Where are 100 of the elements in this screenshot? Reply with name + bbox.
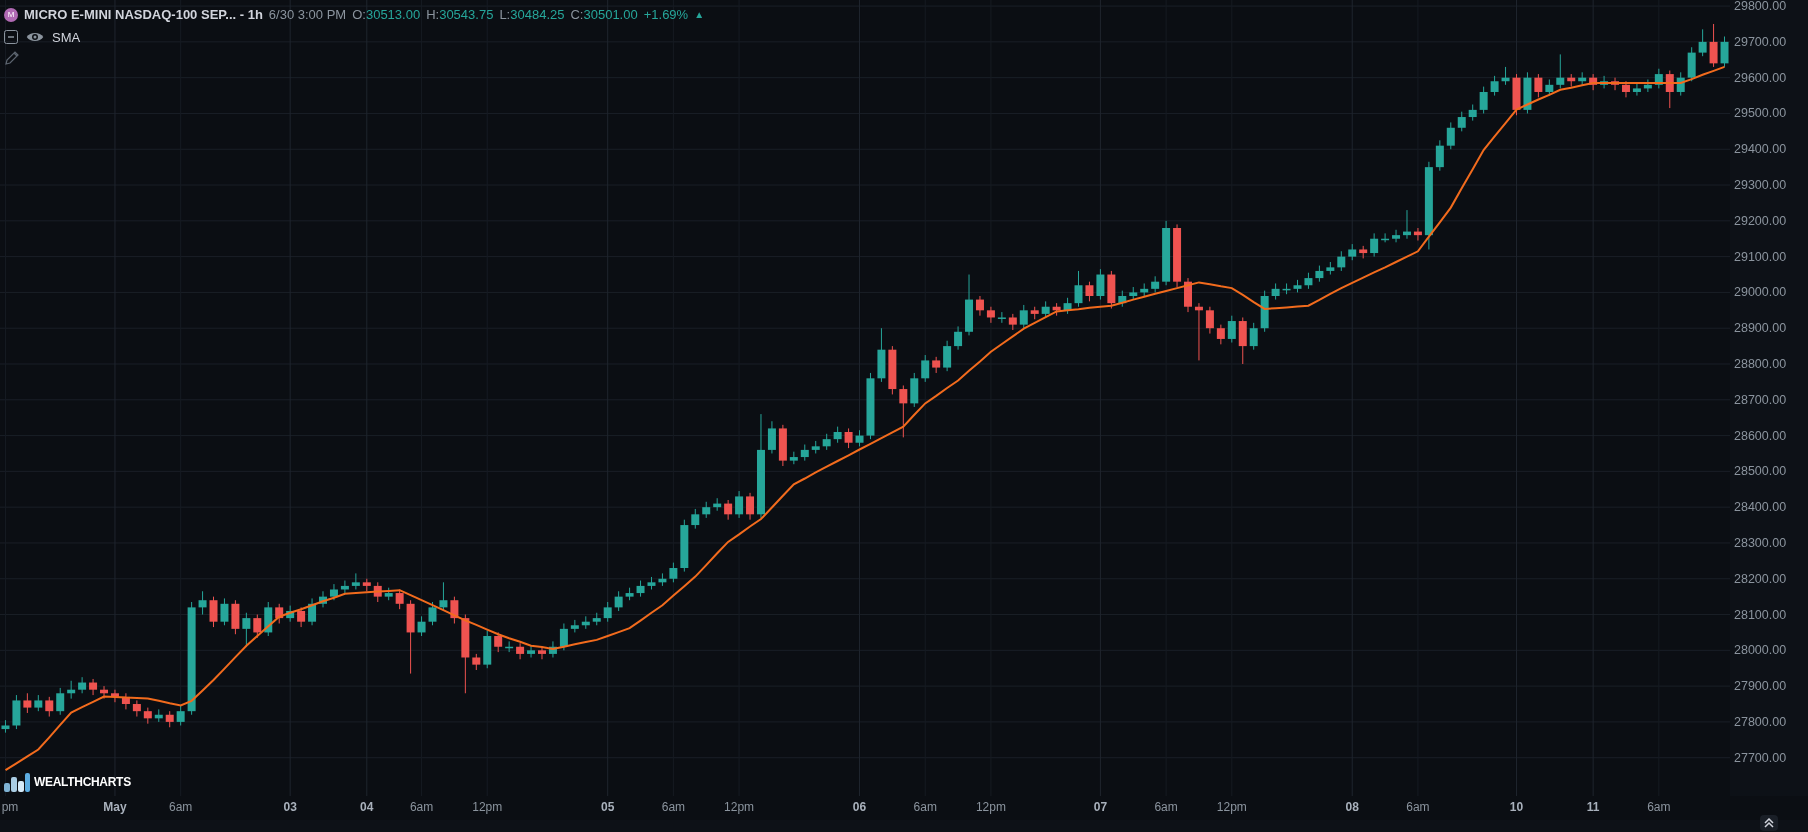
time-label: 06 xyxy=(852,801,867,813)
ohlc-label: O: xyxy=(352,6,366,24)
candle xyxy=(625,587,634,601)
candle xyxy=(1249,322,1258,351)
indicator-label[interactable]: SMA xyxy=(52,27,81,47)
scroll-up-button[interactable] xyxy=(1760,815,1778,831)
candle xyxy=(877,327,886,383)
candle xyxy=(713,497,722,512)
candle xyxy=(340,580,349,594)
candle xyxy=(176,705,185,726)
candle xyxy=(1413,227,1422,241)
candle xyxy=(1096,268,1105,301)
time-label: 6am xyxy=(661,801,686,813)
candle xyxy=(888,345,897,395)
candle xyxy=(439,581,448,612)
time-label: May xyxy=(103,801,127,813)
pencil-icon[interactable] xyxy=(4,50,20,66)
candle xyxy=(1654,68,1663,89)
candle xyxy=(1129,286,1138,301)
candle xyxy=(866,372,875,440)
candle xyxy=(78,676,87,694)
ohlc-value: 30484.25 xyxy=(510,6,565,24)
time-label: 12pm xyxy=(472,801,503,813)
time-label: 6am xyxy=(1154,801,1178,813)
candle xyxy=(154,708,163,723)
price-label: 29300.00 xyxy=(1734,179,1787,192)
candle xyxy=(789,451,798,465)
time-label: 05 xyxy=(601,801,615,813)
candle xyxy=(23,692,32,714)
candle xyxy=(1523,71,1532,114)
candle xyxy=(581,615,590,630)
time-label: 6am xyxy=(1647,801,1671,813)
candle xyxy=(647,576,656,590)
candle xyxy=(351,572,360,590)
candle xyxy=(1720,36,1729,68)
candle xyxy=(417,615,426,637)
time-label: 04 xyxy=(360,801,374,813)
candle xyxy=(428,601,437,626)
candle xyxy=(34,694,43,712)
candle xyxy=(1052,302,1061,317)
price-label: 29000.00 xyxy=(1734,286,1787,299)
candle xyxy=(209,596,218,628)
candle xyxy=(450,596,459,624)
candle xyxy=(275,603,284,624)
candle xyxy=(1643,78,1652,93)
candle xyxy=(778,424,787,467)
ohlc-label: H: xyxy=(426,6,440,24)
candle xyxy=(1512,73,1521,116)
candle xyxy=(1665,70,1674,109)
candle xyxy=(220,597,229,626)
ohlc-value: 30543.75 xyxy=(439,6,494,24)
candle xyxy=(669,562,678,583)
candle xyxy=(811,440,820,454)
candle xyxy=(1260,290,1269,333)
candle xyxy=(121,692,130,710)
ohlc-label: C: xyxy=(570,6,584,24)
price-label: 28700.00 xyxy=(1734,393,1787,407)
candle xyxy=(319,590,327,608)
candle xyxy=(110,689,119,703)
candle xyxy=(833,426,842,444)
candle xyxy=(329,583,338,601)
price-label: 28400.00 xyxy=(1734,501,1787,514)
candle xyxy=(1227,315,1236,343)
candle xyxy=(997,311,1006,324)
price-label: 29700.00 xyxy=(1734,35,1787,49)
candle xyxy=(1403,209,1411,240)
candle xyxy=(56,687,65,716)
time-label: 6am xyxy=(913,801,937,813)
candle xyxy=(932,356,941,374)
candle xyxy=(1381,232,1390,243)
candle xyxy=(1468,104,1477,122)
candle xyxy=(746,492,755,521)
collapse-icon[interactable] xyxy=(4,30,18,45)
candle xyxy=(89,678,98,696)
candle xyxy=(1589,73,1598,91)
candle xyxy=(198,590,207,616)
candle xyxy=(132,699,141,718)
change-percent: +1.69% xyxy=(643,6,689,24)
candle xyxy=(724,499,733,521)
time-label: 11 xyxy=(1586,801,1600,813)
candle xyxy=(1008,313,1017,331)
candle xyxy=(1,719,10,734)
ohlc-value: 30501.00 xyxy=(583,6,638,24)
candle xyxy=(1348,243,1357,261)
candle xyxy=(538,646,546,660)
candle xyxy=(1556,53,1565,89)
candle xyxy=(1030,306,1039,320)
candle xyxy=(264,601,273,637)
candle xyxy=(592,612,601,626)
bar-time: 6/30 3:00 PM xyxy=(268,6,347,24)
time-label: 12pm xyxy=(975,801,1006,813)
candle xyxy=(1293,279,1302,293)
candle xyxy=(472,653,481,671)
candle xyxy=(253,614,262,639)
price-label: 29800.00 xyxy=(1734,0,1787,13)
candle xyxy=(1205,306,1214,335)
candle xyxy=(1435,139,1444,172)
candle xyxy=(1107,270,1116,309)
candle xyxy=(483,630,492,669)
time-label: 12pm xyxy=(724,801,755,813)
